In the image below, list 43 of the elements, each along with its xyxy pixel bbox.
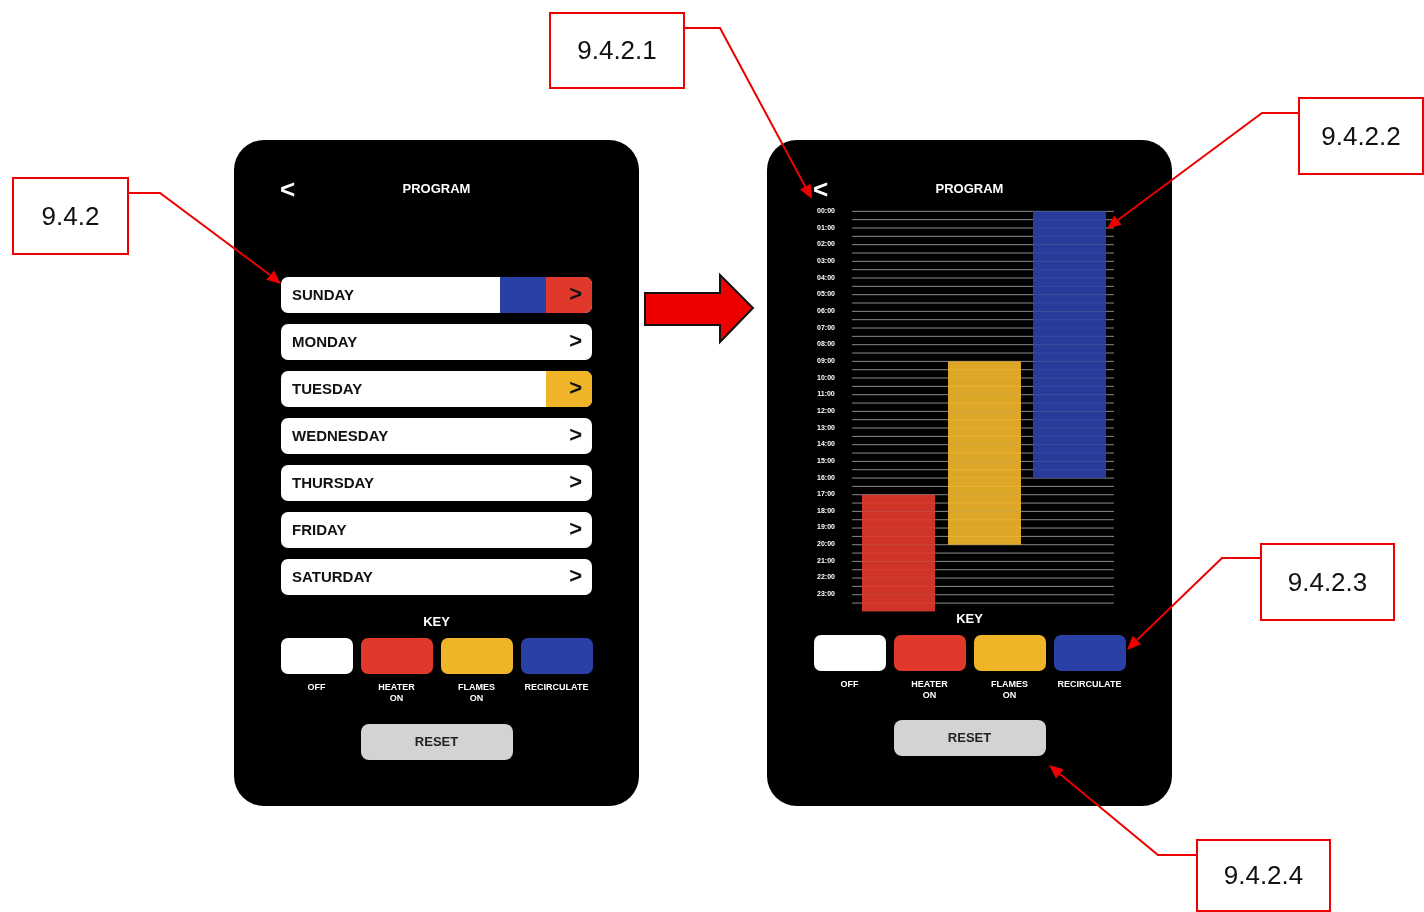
day-row[interactable]: SUNDAY > [281, 277, 592, 313]
day-label: FRIDAY [292, 519, 347, 540]
key-title: KEY [423, 613, 450, 631]
callout-label: 9.4.2.3 [1260, 543, 1395, 621]
reset-button[interactable]: RESET [360, 723, 513, 760]
key-label: RECIRCULATE [1057, 678, 1122, 690]
callout-label: 9.4.2.2 [1298, 97, 1424, 175]
day-label: WEDNESDAY [292, 425, 389, 446]
key-label: HEATER ON [378, 681, 415, 704]
day-row[interactable]: FRIDAY > [281, 512, 592, 548]
day-label: SATURDAY [292, 566, 373, 587]
day-label: TUESDAY [292, 378, 363, 399]
right-arrow-icon [644, 272, 755, 345]
reset-button[interactable]: RESET [893, 719, 1046, 756]
day-label: SUNDAY [292, 284, 354, 305]
chevron: > [569, 329, 582, 353]
key-label: OFF [840, 678, 859, 690]
screen-title: PROGRAM [935, 180, 1004, 199]
day-row[interactable]: SATURDAY > [281, 559, 592, 595]
chevron: > [569, 282, 582, 306]
callout-label: 9.4.2.1 [549, 12, 685, 89]
chevron: > [569, 470, 582, 494]
callout-label: 9.4.2 [12, 177, 129, 255]
chevron: > [569, 376, 582, 400]
day-row[interactable]: WEDNESDAY > [281, 418, 592, 454]
day-label: MONDAY [292, 331, 358, 352]
key-label: RECIRCULATE [524, 681, 589, 693]
key-label: HEATER ON [911, 678, 948, 701]
key-label: FLAMES ON [458, 681, 495, 704]
screen-title: PROGRAM [402, 180, 471, 199]
callout-label: 9.4.2.4 [1196, 839, 1331, 912]
back-button[interactable]: < [280, 176, 296, 202]
day-row[interactable]: TUESDAY > [281, 371, 592, 407]
day-label: THURSDAY [292, 472, 374, 493]
chevron: > [569, 517, 582, 541]
chevron: > [569, 564, 582, 588]
key-label: FLAMES ON [991, 678, 1028, 701]
day-row[interactable]: MONDAY > [281, 324, 592, 360]
day-row[interactable]: THURSDAY > [281, 465, 592, 501]
back-button[interactable]: < [813, 176, 829, 202]
chevron: > [569, 423, 582, 447]
key-label: OFF [307, 681, 326, 693]
key-title: KEY [956, 610, 983, 629]
